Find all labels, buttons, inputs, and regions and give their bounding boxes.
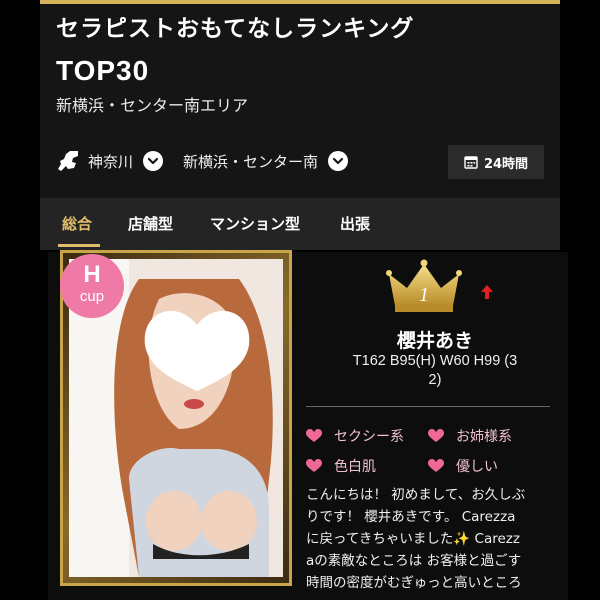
description-line: aの素敵なところは お客様と過ごす [306,553,522,569]
active-tab-indicator [58,244,100,247]
description-line: に戻ってきちゃいました✨ Carezz [306,531,520,547]
description-line: こんにちは！ 初めまして、お久しぶ [306,487,526,503]
rank-number: 1 [419,284,429,306]
therapist-name[interactable]: 櫻井あき [303,326,567,353]
tab-overall[interactable]: 総合 [62,213,92,234]
page-title-line1: セラピストおもてなしランキング [56,16,415,42]
cup-letter: H [83,261,101,288]
tab-mansion-type[interactable]: マンション型 [210,213,300,234]
chevron-down-icon[interactable] [328,151,349,171]
page-title-line2: TOP30 [56,55,150,86]
tag-label: お姉様系 [456,429,512,445]
tag-item: お姉様系 [428,426,512,446]
tag-label: セクシー系 [334,429,404,445]
cup-size-badge: H cup [60,254,124,318]
filter-row: 神奈川 新横浜・センター南 [56,146,368,176]
tag-item: セクシー系 [306,426,404,446]
tab-dispatch[interactable]: 出張 [340,213,370,234]
prefecture-select[interactable]: 神奈川 [88,151,133,172]
chevron-down-icon[interactable] [143,151,164,171]
hours-label: 24時間 [483,156,529,172]
therapist-stats: T162 B95(H) W60 H99 (3 2) [303,352,567,390]
hours-filter-button[interactable]: 24時間 [448,145,544,179]
tab-store-type[interactable]: 店舗型 [128,213,173,234]
calendar-icon [464,156,478,169]
description-line: 時間の密度がむぎゅっと高いところ [306,575,522,591]
rank-up-arrow-icon [481,285,493,299]
kanagawa-map-icon [58,151,78,171]
therapist-description: こんにちは！ 初めまして、お久しぶ りです！ 櫻井あきです。 Carezza に… [306,484,550,594]
rank-crown-icon: 1 [386,259,462,312]
heart-icon [306,459,322,472]
tag-item: 優しい [428,456,498,476]
heart-icon [428,459,444,472]
tag-label: 優しい [456,459,498,475]
heart-icon [306,429,322,442]
description-line: りです！ 櫻井あきです。 Carezza [306,509,516,525]
therapist-stats-line1: T162 B95(H) W60 H99 (3 [352,353,518,369]
tag-item: 色白肌 [306,456,376,476]
cup-label: cup [79,288,105,305]
page-title: セラピストおもてなしランキング TOP30 [56,8,526,92]
card-divider [306,406,550,407]
heart-icon [428,429,444,442]
tag-label: 色白肌 [334,459,376,475]
area-select[interactable]: 新横浜・センター南 [183,151,318,172]
therapist-stats-line2: 2) [428,372,442,388]
area-subtitle: 新横浜・センター南エリア [56,96,249,115]
